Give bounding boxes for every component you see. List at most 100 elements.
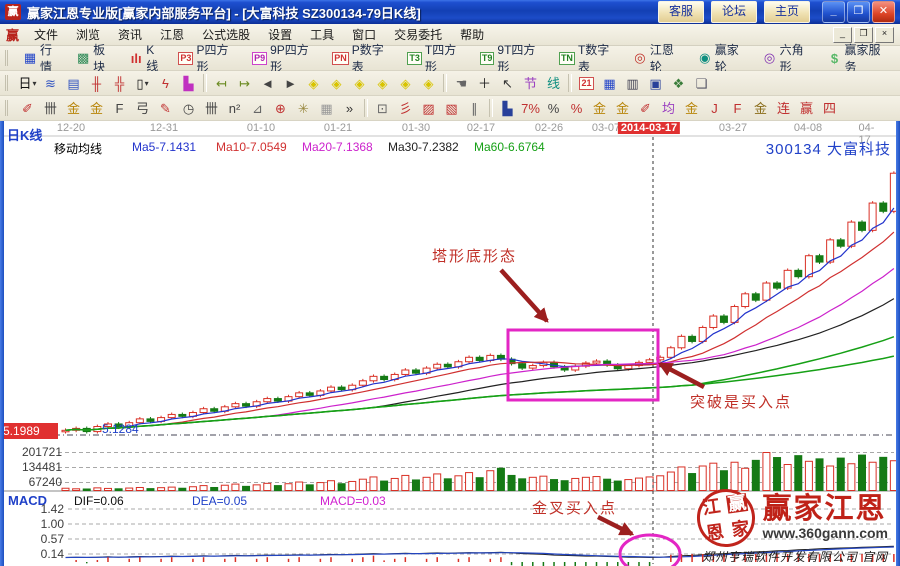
toolbar-icon-button[interactable]: ▙	[177, 73, 200, 93]
drawing-tool-button[interactable]: ✳	[292, 98, 315, 118]
toolbar-icon-button[interactable]: ◈	[302, 73, 325, 93]
volume-scale-label: 134481	[4, 460, 62, 474]
toolbar-icon: ❏	[696, 77, 708, 90]
date-tick-label: 01-30	[402, 122, 430, 134]
drawing-tool-button[interactable]: 彡	[394, 98, 417, 118]
toolbar-icon-button[interactable]: ↦	[233, 73, 256, 93]
drawing-tool-button[interactable]: ◷	[177, 98, 200, 118]
drawing-tool-button[interactable]: 金	[680, 98, 703, 118]
toolbar-icon-button[interactable]: ☚	[450, 73, 473, 93]
toolbar-icon: ılı	[129, 51, 143, 66]
toolbar-boxed-icon: T9	[480, 52, 495, 65]
brand-watermark: 江赢恩家 赢家江恩 www.360gann.com 郑州亨瑞软件开发有限公司 官…	[697, 489, 888, 565]
toolbar-icon-button[interactable]: ▥	[621, 73, 644, 93]
drawing-tool-button[interactable]: ✐	[16, 98, 39, 118]
drawing-tool-button[interactable]: J	[703, 98, 726, 118]
drawing-tool-button[interactable]: 均	[657, 98, 680, 118]
drawing-tool-button[interactable]: ▧	[440, 98, 463, 118]
toolbar-icon-button[interactable]: ╫	[85, 73, 108, 93]
drawing-tool-button[interactable]: ✐	[634, 98, 657, 118]
drawing-tool-button[interactable]: 金	[749, 98, 772, 118]
toolbar-icon: ►	[284, 77, 297, 90]
volume-scale-label: 67240	[4, 475, 62, 489]
toolbar-icon-button[interactable]: ＋	[473, 73, 496, 93]
drawing-tool-button[interactable]: n²	[223, 98, 246, 118]
drawing-tool-button[interactable]: ∥	[463, 98, 486, 118]
drawing-tool-button[interactable]: ✎	[154, 98, 177, 118]
drawing-tool-button[interactable]: ▨	[417, 98, 440, 118]
toolbar-icon-button[interactable]: ◈	[371, 73, 394, 93]
drawing-tool-button[interactable]: F	[108, 98, 131, 118]
drawing-tool-button[interactable]: ⊿	[246, 98, 269, 118]
toolbar-icon-button[interactable]: ❖	[667, 73, 690, 93]
drawing-tool-button[interactable]: 赢	[795, 98, 818, 118]
drawing-tool-button[interactable]: 弓	[131, 98, 154, 118]
drawing-tool-button[interactable]: 金	[85, 98, 108, 118]
drawing-tool-button[interactable]: 连	[772, 98, 795, 118]
toolbar-icon: 节	[524, 77, 537, 90]
price-tag: 5.1989	[0, 423, 58, 439]
toolbar-icon-button[interactable]: ↤	[210, 73, 233, 93]
minimize-button[interactable]: _	[822, 1, 845, 23]
drawing-tool-button[interactable]: %	[542, 98, 565, 118]
toolbar-icon-button[interactable]: ◈	[394, 73, 417, 93]
toolbar-icon-button[interactable]: 节	[519, 73, 542, 93]
toolbar-icon-button[interactable]	[443, 74, 447, 92]
toolbar-grip	[5, 75, 11, 91]
maximize-button[interactable]: ❐	[847, 1, 870, 23]
toolbar-button-label: 赢家轮	[715, 41, 750, 75]
toolbar-icon-button[interactable]: ▣	[644, 73, 667, 93]
toolbar-button[interactable]: ılı K线	[123, 42, 171, 75]
toolbar-icon-button[interactable]: ↖	[496, 73, 519, 93]
toolbar-icon: ◈	[401, 77, 411, 90]
drawing-tool-button[interactable]: ⊡	[371, 98, 394, 118]
brand-company: 郑州亨瑞软件开发有限公司 官网	[702, 548, 888, 565]
tower-arrow	[501, 270, 547, 321]
toolbar-icon: ◉	[698, 50, 712, 66]
drawing-tool-button[interactable]: 金	[588, 98, 611, 118]
toolbar-icon-button[interactable]: ◈	[348, 73, 371, 93]
toolbar-icon-button[interactable]: 线	[542, 73, 565, 93]
drawing-tool-button[interactable]: 卌	[200, 98, 223, 118]
toolbar-icon-button[interactable]: ╬	[108, 73, 131, 93]
drawing-tool-button[interactable]: %	[565, 98, 588, 118]
drawing-tool-icon: 金	[754, 102, 767, 115]
titlebar-link-button[interactable]: 论坛	[711, 1, 757, 23]
toolbar-grip	[5, 100, 11, 116]
toolbar-icon-button[interactable]: ◈	[417, 73, 440, 93]
toolbar-icon-button[interactable]: ◈	[325, 73, 348, 93]
drawing-tool-button[interactable]: »	[338, 98, 361, 118]
chart-window: 12-2012-3101-1001-2101-3002-1702-2603-07…	[0, 121, 900, 566]
toolbar-icon-button[interactable]: ≋	[39, 73, 62, 93]
drawing-tool-button[interactable]: F	[726, 98, 749, 118]
drawing-tool-icon: 赢	[800, 102, 813, 115]
drawing-tool-button[interactable]: 四	[818, 98, 841, 118]
titlebar-link-button[interactable]: 客服	[658, 1, 704, 23]
toolbar-icon-button[interactable]	[203, 74, 207, 92]
drawing-tool-button[interactable]	[489, 99, 493, 117]
toolbar-icon-button[interactable]: ►	[279, 73, 302, 93]
drawing-tool-button[interactable]: 卌	[39, 98, 62, 118]
toolbar-icon-button[interactable]: ▦	[598, 73, 621, 93]
toolbar-icon-button[interactable]	[568, 74, 572, 92]
macd-scale-label: 1.42	[4, 502, 64, 516]
toolbar-icon-button[interactable]: ▯	[131, 73, 154, 93]
drawing-tool-button[interactable]: ▙	[496, 98, 519, 118]
drawing-tool-button[interactable]	[364, 99, 368, 117]
toolbar-icon-button[interactable]: ϟ	[154, 73, 177, 93]
toolbar-icon-button[interactable]: 21	[575, 73, 598, 93]
close-button[interactable]: ✕	[872, 1, 895, 23]
macd-scale-label: 0.57	[4, 532, 64, 546]
toolbar-boxed-icon: TN	[559, 52, 575, 65]
toolbar-icon-button[interactable]: ▤	[62, 73, 85, 93]
drawing-tool-button[interactable]: 金	[62, 98, 85, 118]
drawing-tool-button[interactable]: 金	[611, 98, 634, 118]
drawing-tool-button[interactable]: ▦	[315, 98, 338, 118]
drawing-tool-button[interactable]: 7%	[519, 98, 542, 118]
toolbar-icon-button[interactable]: 日	[16, 73, 39, 93]
toolbar-icon: ◈	[378, 77, 388, 90]
drawing-tool-button[interactable]: ⊕	[269, 98, 292, 118]
toolbar-icon-button[interactable]: ❏	[690, 73, 713, 93]
titlebar-link-button[interactable]: 主页	[764, 1, 810, 23]
toolbar-icon-button[interactable]: ◄	[256, 73, 279, 93]
